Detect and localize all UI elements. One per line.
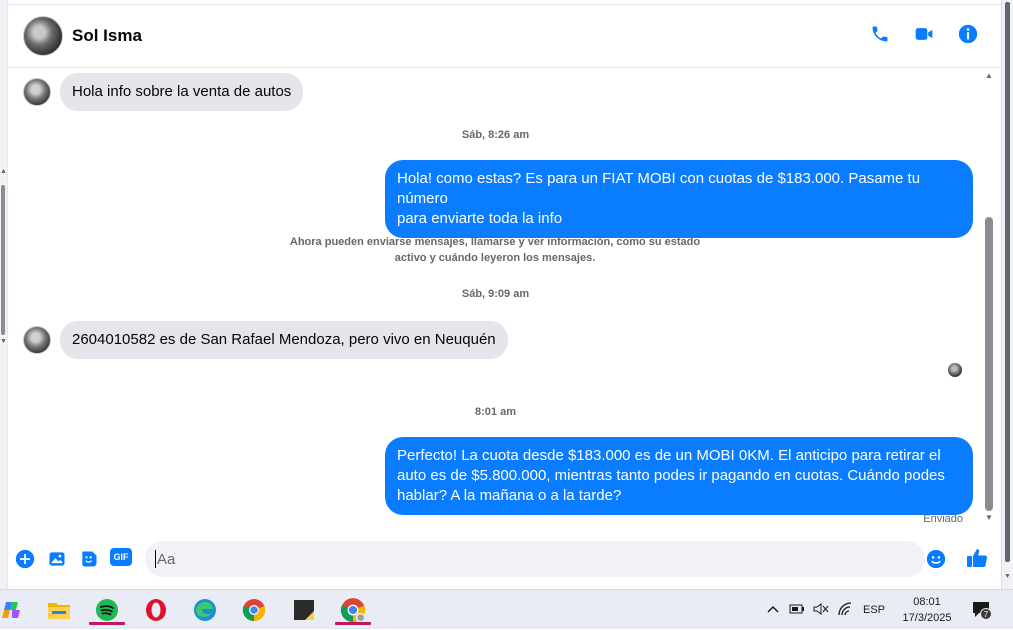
notification-count: 7 bbox=[980, 608, 992, 620]
chevron-up-icon[interactable] bbox=[767, 604, 779, 616]
file-explorer-icon[interactable] bbox=[41, 595, 77, 625]
chrome-icon[interactable] bbox=[236, 595, 272, 625]
message-line: Hola! como estas? Es para un FIAT MOBI c… bbox=[397, 170, 921, 207]
notice-line: Ahora pueden enviarse mensajes, llamarse… bbox=[289, 236, 701, 248]
sent-status: Enviado bbox=[923, 513, 963, 525]
system-clock[interactable]: 08:01 17/3/2025 bbox=[895, 594, 959, 626]
chrome-profile-icon[interactable] bbox=[335, 595, 371, 625]
sticky-notes-icon[interactable] bbox=[286, 595, 322, 625]
copilot-icon[interactable] bbox=[0, 595, 30, 625]
scrollbar-thumb[interactable] bbox=[985, 217, 993, 511]
composer-actions: GIF bbox=[14, 548, 132, 570]
thread-scrollbar[interactable]: ▲ ▼ bbox=[983, 69, 997, 529]
gif-icon[interactable]: GIF bbox=[110, 548, 132, 566]
scroll-up-arrow-icon[interactable]: ▲ bbox=[985, 71, 993, 80]
timestamp: Sáb, 9:09 am bbox=[461, 288, 530, 300]
phone-icon[interactable] bbox=[869, 23, 891, 45]
message-composer: GIF Aa bbox=[8, 535, 1001, 585]
seen-avatar bbox=[948, 363, 962, 377]
scrollbar-thumb[interactable] bbox=[1, 185, 5, 335]
input-placeholder: Aa bbox=[157, 550, 176, 568]
messenger-window: ▲ ▼ Sol Isma Hola info sobre la venta de… bbox=[0, 0, 1013, 590]
add-icon[interactable] bbox=[14, 548, 36, 570]
sticker-icon[interactable] bbox=[78, 548, 100, 570]
sender-avatar[interactable] bbox=[23, 78, 51, 106]
incoming-bubble[interactable]: Hola info sobre la venta de autos bbox=[60, 73, 304, 111]
left-scrollbar[interactable]: ▲ ▼ bbox=[0, 0, 8, 590]
notifications-icon[interactable]: 7 bbox=[971, 600, 992, 620]
wifi-icon[interactable] bbox=[837, 601, 853, 619]
message-line: hablar? A la mañana o a la tarde? bbox=[397, 487, 622, 504]
active-app-indicator bbox=[335, 622, 371, 625]
clock-date: 17/3/2025 bbox=[902, 612, 952, 624]
scroll-down-arrow-icon[interactable]: ▼ bbox=[0, 338, 7, 345]
contact-name[interactable]: Sol Isma bbox=[72, 26, 142, 46]
emoji-icon[interactable] bbox=[926, 549, 946, 569]
scroll-up-arrow-icon[interactable]: ▲ bbox=[0, 168, 7, 175]
battery-icon[interactable] bbox=[789, 603, 805, 618]
outgoing-bubble[interactable]: Hola! como estas? Es para un FIAT MOBI c… bbox=[385, 160, 973, 238]
incoming-bubble[interactable]: 2604010582 es de San Rafael Mendoza, per… bbox=[60, 321, 508, 359]
sender-avatar[interactable] bbox=[23, 326, 51, 354]
active-app-indicator bbox=[89, 622, 125, 625]
privacy-notice: Ahora pueden enviarse mensajes, llamarse… bbox=[278, 234, 712, 266]
contact-avatar[interactable] bbox=[23, 16, 63, 56]
photo-icon[interactable] bbox=[46, 548, 68, 570]
text-caret bbox=[155, 550, 156, 568]
video-camera-icon[interactable] bbox=[913, 23, 935, 45]
page-scrollbar[interactable]: ▼ bbox=[1001, 0, 1013, 590]
input-language[interactable]: ESP bbox=[863, 604, 885, 616]
outgoing-bubble[interactable]: Perfecto! La cuota desde $183.000 es de … bbox=[385, 437, 973, 515]
like-icon[interactable] bbox=[965, 546, 989, 570]
spotify-icon[interactable] bbox=[89, 595, 125, 625]
message-line: para enviarte toda la info bbox=[397, 210, 563, 227]
clock-time: 08:01 bbox=[913, 596, 941, 608]
header-actions bbox=[869, 23, 979, 45]
scroll-down-arrow-icon[interactable]: ▼ bbox=[985, 513, 993, 522]
message-line: Perfecto! La cuota desde $183.000 es de … bbox=[397, 447, 941, 464]
message-thread[interactable]: Hola info sobre la venta de autos Sáb, 8… bbox=[8, 69, 983, 531]
taskbar: ESP 08:01 17/3/2025 7 bbox=[0, 589, 1013, 629]
timestamp: 8:01 am bbox=[475, 406, 516, 418]
notice-line: activo y cuándo leyeron los mensajes. bbox=[394, 252, 596, 264]
system-tray: ESP bbox=[767, 590, 885, 630]
scroll-down-arrow-icon[interactable]: ▼ bbox=[1004, 573, 1011, 580]
timestamp: Sáb, 8:26 am bbox=[461, 129, 530, 141]
opera-icon[interactable] bbox=[138, 595, 174, 625]
message-input[interactable]: Aa bbox=[145, 541, 925, 577]
incoming-message: Hola info sobre la venta de autos bbox=[23, 73, 304, 111]
edge-icon[interactable] bbox=[187, 595, 223, 625]
message-line: auto es de $5.800.000, mientras tanto po… bbox=[397, 467, 945, 484]
info-icon[interactable] bbox=[957, 23, 979, 45]
volume-muted-icon[interactable] bbox=[813, 602, 829, 619]
conversation-header: Sol Isma bbox=[8, 4, 1001, 68]
scrollbar-thumb[interactable] bbox=[1005, 2, 1010, 562]
incoming-message: 2604010582 es de San Rafael Mendoza, per… bbox=[23, 321, 508, 359]
